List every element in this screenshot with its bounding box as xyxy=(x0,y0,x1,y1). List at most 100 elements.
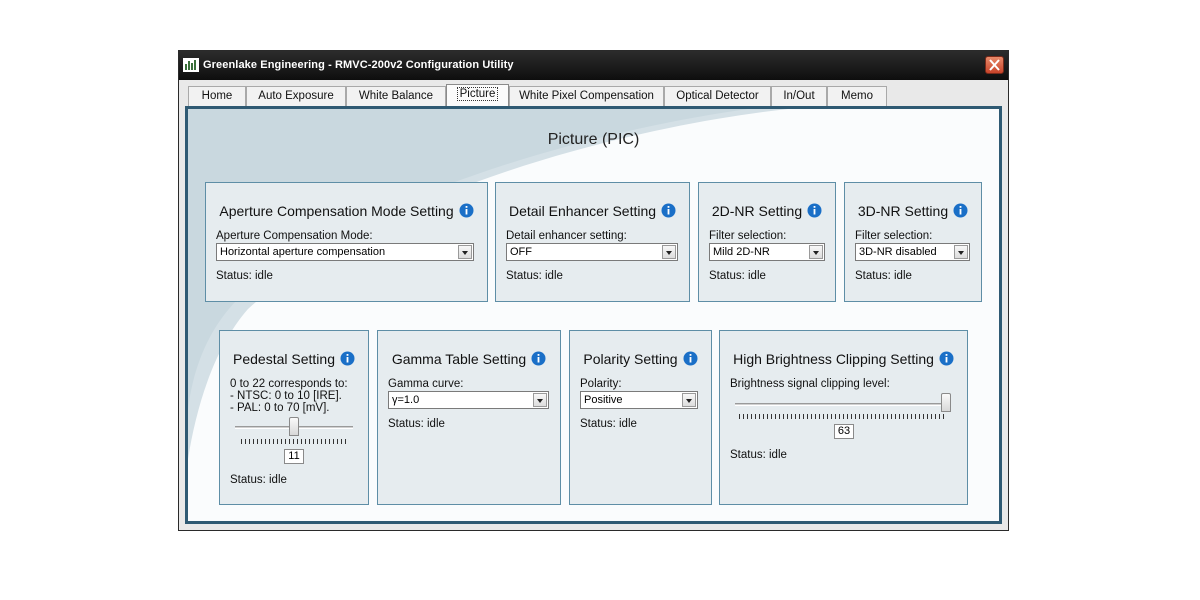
clipping-slider-track[interactable] xyxy=(735,403,951,406)
clipping-title: High Brightness Clipping Setting xyxy=(733,351,934,367)
group-title: 2D-NR Setting xyxy=(699,203,835,219)
tab-label: In/Out xyxy=(783,90,815,102)
polarity-group: Polarity Setting Polarity: Positive Stat… xyxy=(569,330,712,505)
tab-white-pixel-compensation[interactable]: White Pixel Compensation xyxy=(509,86,664,106)
info-icon[interactable] xyxy=(939,351,954,366)
selected-value: 3D-NR disabled xyxy=(859,246,937,258)
tab-label: White Balance xyxy=(358,90,434,102)
selected-value: γ=1.0 xyxy=(392,394,420,406)
tab-strip: Home Auto Exposure White Balance Picture… xyxy=(188,84,1008,107)
group-title: Pedestal Setting xyxy=(220,351,368,367)
tab-label: Picture xyxy=(456,87,499,101)
info-icon[interactable] xyxy=(340,351,355,366)
chevron-down-icon[interactable] xyxy=(809,245,823,259)
tab-picture[interactable]: Picture xyxy=(446,84,509,107)
detail-title: Detail Enhancer Setting xyxy=(508,203,657,219)
detail-enhancer-select[interactable]: OFF xyxy=(506,243,678,261)
gamma-curve-label: Gamma curve: xyxy=(388,378,464,390)
tab-white-balance[interactable]: White Balance xyxy=(346,86,446,106)
status-text: Status: idle xyxy=(709,270,766,282)
window-title: Greenlake Engineering - RMVC-200v2 Confi… xyxy=(203,59,514,71)
group-title: Gamma Table Setting xyxy=(378,351,560,367)
pedestal-desc-1: 0 to 22 corresponds to: xyxy=(230,378,348,390)
page-title: Picture (PIC) xyxy=(547,131,640,148)
status-text: Status: idle xyxy=(580,418,637,430)
group-title: Aperture Compensation Mode Setting xyxy=(206,203,487,219)
gamma-curve-select[interactable]: γ=1.0 xyxy=(388,391,549,409)
status-text: Status: idle xyxy=(506,270,563,282)
info-icon[interactable] xyxy=(459,203,474,218)
app-logo-icon xyxy=(183,58,199,72)
tab-label: Auto Exposure xyxy=(258,90,334,102)
info-icon[interactable] xyxy=(953,203,968,218)
pedestal-slider-thumb[interactable] xyxy=(289,417,299,436)
polarity-label: Polarity: xyxy=(580,378,622,390)
pedestal-desc-3: - PAL: 0 to 70 [mV]. xyxy=(230,402,330,414)
status-text: Status: idle xyxy=(230,474,287,486)
nr2d-filter-label: Filter selection: xyxy=(709,230,787,242)
group-title: 3D-NR Setting xyxy=(845,203,981,219)
status-text: Status: idle xyxy=(855,270,912,282)
nr3d-filter-select[interactable]: 3D-NR disabled xyxy=(855,243,970,261)
status-text: Status: idle xyxy=(216,270,273,282)
selected-value: Horizontal aperture compensation xyxy=(220,246,386,258)
info-icon[interactable] xyxy=(661,203,676,218)
tab-label: White Pixel Compensation xyxy=(519,90,654,102)
pedestal-desc-2: - NTSC: 0 to 10 [IRE]. xyxy=(230,390,342,402)
chevron-down-icon[interactable] xyxy=(682,393,696,407)
aperture-compensation-group: Aperture Compensation Mode Setting Apert… xyxy=(205,182,488,302)
polarity-title: Polarity Setting xyxy=(583,351,678,367)
group-title: Polarity Setting xyxy=(570,351,711,367)
selected-value: Positive xyxy=(584,394,623,406)
nr-2d-group: 2D-NR Setting Filter selection: Mild 2D-… xyxy=(698,182,836,302)
nr-3d-group: 3D-NR Setting Filter selection: 3D-NR di… xyxy=(844,182,982,302)
nr2d-title: 2D-NR Setting xyxy=(711,203,803,219)
close-icon xyxy=(989,59,1000,71)
aperture-mode-label: Aperture Compensation Mode: xyxy=(216,230,373,242)
polarity-select[interactable]: Positive xyxy=(580,391,698,409)
chevron-down-icon[interactable] xyxy=(533,393,547,407)
aperture-title: Aperture Compensation Mode Setting xyxy=(219,203,454,219)
chevron-down-icon[interactable] xyxy=(458,245,472,259)
status-text: Status: idle xyxy=(730,449,787,461)
tab-label: Memo xyxy=(841,90,873,102)
tab-label: Home xyxy=(201,90,233,102)
tab-home[interactable]: Home xyxy=(188,86,246,106)
nr2d-filter-select[interactable]: Mild 2D-NR xyxy=(709,243,825,261)
info-icon[interactable] xyxy=(683,351,698,366)
gamma-title: Gamma Table Setting xyxy=(391,351,527,367)
pedestal-slider-ticks xyxy=(241,439,349,444)
clipping-slider-thumb[interactable] xyxy=(941,393,951,412)
pedestal-value: 11 xyxy=(284,449,304,464)
detail-enhancer-label: Detail enhancer setting: xyxy=(506,230,627,242)
title-bar[interactable]: Greenlake Engineering - RMVC-200v2 Confi… xyxy=(179,51,1008,80)
tab-memo[interactable]: Memo xyxy=(827,86,887,106)
info-icon[interactable] xyxy=(531,351,546,366)
detail-enhancer-group: Detail Enhancer Setting Detail enhancer … xyxy=(495,182,690,302)
clipping-level-label: Brightness signal clipping level: xyxy=(730,378,890,390)
pedestal-title: Pedestal Setting xyxy=(233,351,335,367)
tab-auto-exposure[interactable]: Auto Exposure xyxy=(246,86,346,106)
clipping-value: 63 xyxy=(834,424,854,439)
clipping-slider-ticks xyxy=(739,414,947,419)
tab-optical-detector[interactable]: Optical Detector xyxy=(664,86,771,106)
picture-panel: Picture (PIC) Aperture Compensation Mode… xyxy=(185,106,1002,524)
info-icon[interactable] xyxy=(807,203,822,218)
pedestal-group: Pedestal Setting 0 to 22 corresponds to:… xyxy=(219,330,369,505)
nr3d-filter-label: Filter selection: xyxy=(855,230,933,242)
aperture-mode-select[interactable]: Horizontal aperture compensation xyxy=(216,243,474,261)
chevron-down-icon[interactable] xyxy=(662,245,676,259)
group-title: High Brightness Clipping Setting xyxy=(720,351,967,367)
tab-label: Optical Detector xyxy=(676,90,759,102)
app-window: Greenlake Engineering - RMVC-200v2 Confi… xyxy=(178,50,1009,531)
status-text: Status: idle xyxy=(388,418,445,430)
tab-in-out[interactable]: In/Out xyxy=(771,86,827,106)
high-brightness-clipping-group: High Brightness Clipping Setting Brightn… xyxy=(719,330,968,505)
selected-value: Mild 2D-NR xyxy=(713,246,770,258)
gamma-table-group: Gamma Table Setting Gamma curve: γ=1.0 S… xyxy=(377,330,561,505)
chevron-down-icon[interactable] xyxy=(954,245,968,259)
selected-value: OFF xyxy=(510,246,532,258)
close-button[interactable] xyxy=(985,56,1004,74)
nr3d-title: 3D-NR Setting xyxy=(857,203,949,219)
group-title: Detail Enhancer Setting xyxy=(496,203,689,219)
